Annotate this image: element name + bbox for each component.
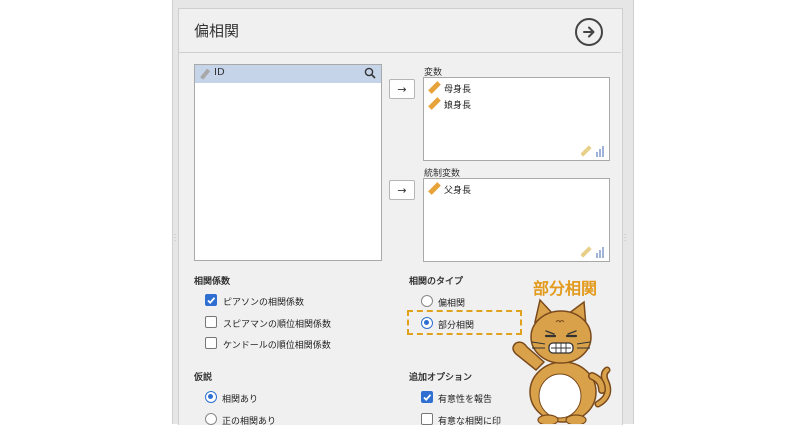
hypothesis-heading: 仮説	[194, 373, 213, 383]
additional-options-heading: 追加オプション	[409, 373, 473, 383]
page-title: 偏相関	[194, 22, 240, 40]
correlation-type-heading: 相関のタイプ	[409, 277, 464, 287]
resize-handle-left[interactable]: · · ·	[174, 232, 176, 245]
kendall-checkbox[interactable]	[205, 337, 217, 349]
positive-correlated-label: 正の相関あり	[222, 417, 277, 427]
cat-mascot-icon	[512, 298, 612, 424]
partial-label: 偏相関	[438, 299, 466, 309]
source-variable-list[interactable]	[194, 64, 382, 261]
divider	[179, 52, 621, 53]
search-icon[interactable]	[364, 67, 376, 79]
move-to-controls-button[interactable]: →	[389, 180, 415, 200]
kendall-label: ケンドールの順位相関係数	[223, 341, 331, 351]
move-to-variables-button[interactable]: →	[389, 79, 415, 99]
pearson-checkbox[interactable]	[205, 294, 217, 306]
source-item-label: ID	[214, 67, 225, 78]
correlated-label: 相関あり	[222, 395, 259, 405]
controls-item[interactable]: 父身長	[444, 183, 471, 196]
spearman-label: スピアマンの順位相関係数	[223, 320, 332, 330]
correlated-radio[interactable]	[205, 391, 217, 403]
ruler-icon	[428, 81, 441, 94]
semipartial-radio[interactable]	[421, 317, 433, 329]
semipartial-label: 部分相関	[438, 321, 475, 331]
flag-significant-label: 有意な相関に印	[438, 417, 502, 427]
flag-significant-checkbox[interactable]	[421, 413, 433, 425]
partial-radio[interactable]	[421, 295, 433, 307]
variable-types-icon	[581, 246, 604, 258]
report-significance-checkbox[interactable]	[421, 391, 433, 403]
correlation-coefficients-heading: 相関係数	[194, 277, 231, 287]
spearman-checkbox[interactable]	[205, 316, 217, 328]
ruler-icon	[428, 97, 441, 110]
ruler-icon	[428, 182, 441, 195]
report-significance-label: 有意性を報告	[438, 395, 493, 405]
variables-item[interactable]: 母身長	[444, 82, 471, 95]
pearson-label: ピアソンの相関係数	[223, 298, 305, 308]
positive-correlated-radio[interactable]	[205, 413, 217, 425]
resize-handle-right[interactable]: · · ·	[624, 232, 626, 245]
ruler-icon	[200, 69, 211, 80]
run-arrow-icon[interactable]	[575, 18, 603, 46]
variables-item[interactable]: 娘身長	[444, 98, 471, 111]
variable-types-icon	[581, 145, 604, 157]
